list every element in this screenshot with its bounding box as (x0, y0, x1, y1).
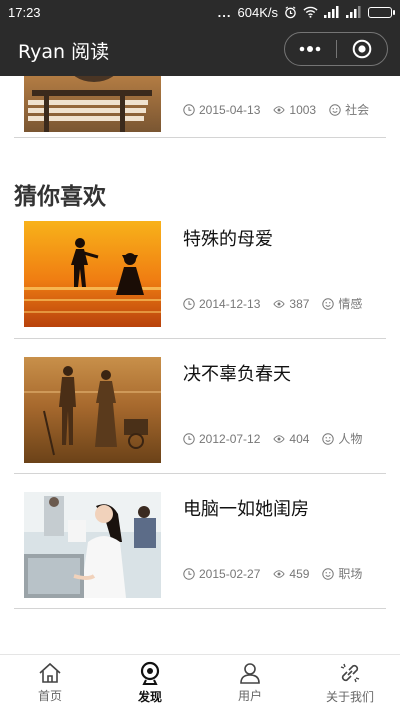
wifi-icon (303, 6, 318, 18)
clock-icon (183, 567, 195, 580)
clock-icon (183, 432, 195, 445)
tab-label: 发现 (137, 690, 162, 704)
article-meta: 2012-07-12 404 人物 (183, 430, 362, 447)
discover-icon (140, 661, 160, 685)
article-category: 人物 (338, 432, 363, 446)
article-meta: 2014-12-13 387 情感 (183, 295, 362, 312)
battery-icon (368, 6, 395, 18)
tab-home[interactable]: 首页 (0, 655, 100, 711)
article-meta: 2015-02-27 459 职场 (183, 565, 362, 582)
article-date: 2012-07-12 (199, 431, 261, 446)
mini-program-capsule (284, 32, 388, 66)
link-icon (340, 663, 360, 683)
tab-about[interactable]: 关于我们 (300, 655, 400, 711)
eye-icon (273, 104, 286, 116)
smile-icon (322, 432, 335, 445)
article-title[interactable]: 特殊的母爱 (183, 225, 273, 251)
thumbnail-office (24, 492, 161, 598)
article-category: 职场 (338, 567, 363, 581)
page-title: Ryan 阅读 (18, 41, 110, 63)
tab-discover[interactable]: 发现 (100, 655, 200, 711)
article-date: 2015-02-27 (199, 566, 261, 581)
smile-icon (329, 103, 341, 116)
eye-icon (273, 433, 286, 445)
close-button[interactable] (336, 33, 387, 65)
article-views: 459 (289, 566, 310, 581)
tab-label: 首页 (37, 689, 62, 703)
article-category: 社会 (345, 103, 370, 117)
thumbnail-field (24, 357, 161, 463)
list-item[interactable]: 特殊的母爱 2014-12-13 387 情感 (14, 205, 386, 339)
tab-label: 用户 (237, 689, 262, 703)
article-date: 2015-04-13 (199, 102, 261, 117)
more-button[interactable] (285, 33, 336, 65)
status-time: 17:23 (8, 4, 41, 20)
tab-bar: 首页 发现 用户 关于我们 (0, 654, 400, 711)
eye-icon (273, 298, 286, 310)
list-item-top[interactable]: 2015-04-13 1003 社会 (14, 76, 386, 138)
clock-icon (183, 103, 195, 116)
article-date: 2014-12-13 (199, 296, 261, 311)
article-views: 387 (289, 296, 310, 311)
home-icon (39, 662, 61, 683)
article-category: 情感 (338, 297, 363, 311)
thumbnail-sunset (24, 221, 161, 327)
article-title[interactable]: 决不辜负春天 (183, 360, 291, 386)
list-item[interactable]: 电脑一如她闺房 2015-02-27 459 职场 (14, 475, 386, 609)
network-speed: 604K/s (237, 4, 278, 20)
list-item[interactable]: 决不辜负春天 2012-07-12 404 人物 (14, 340, 386, 474)
status-bar: 17:23 ... 604K/s (0, 0, 400, 24)
eye-icon (273, 568, 286, 580)
article-meta: 2015-04-13 1003 社会 (183, 101, 369, 118)
article-title[interactable]: 电脑一如她闺房 (183, 495, 309, 521)
tab-label: 关于我们 (325, 690, 374, 704)
user-icon (240, 663, 260, 684)
title-bar: Ryan 阅读 (0, 24, 400, 76)
status-icons: ... 604K/s (217, 4, 395, 20)
signal-icon (324, 6, 340, 18)
alarm-icon (284, 5, 297, 19)
signal-icon-2 (346, 6, 362, 18)
article-list: 2015-04-13 1003 社会 猜你喜欢 特殊的母爱 2014-12-13… (0, 76, 400, 654)
article-views: 404 (289, 431, 310, 446)
smile-icon (322, 297, 335, 310)
article-views: 1003 (289, 102, 317, 117)
thumbnail-bench (24, 76, 161, 132)
tab-user[interactable]: 用户 (200, 655, 300, 711)
close-circle-icon (352, 39, 372, 59)
clock-icon (183, 297, 195, 310)
more-dots-icon (299, 46, 321, 52)
status-dots: ... (217, 4, 232, 20)
smile-icon (322, 567, 335, 580)
